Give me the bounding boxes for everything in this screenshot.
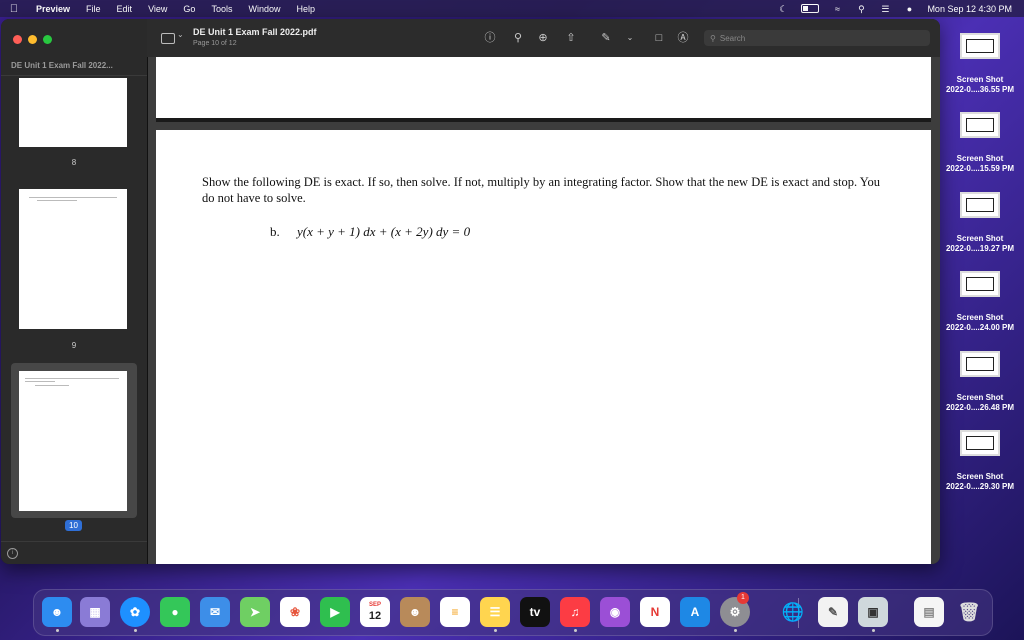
share-icon[interactable]: ⇧ bbox=[564, 31, 578, 45]
desktop-file-screenshot[interactable]: Screen Shot 2022-0....24.00 PM bbox=[938, 271, 1022, 333]
info-icon[interactable]: i bbox=[7, 548, 18, 559]
textedit-icon[interactable]: ✎ bbox=[818, 597, 848, 627]
desktop-file-screenshot[interactable]: Screen Shot 2022-0....29.30 PM bbox=[938, 430, 1022, 492]
markup-toolbar-icon[interactable]: Ⓐ bbox=[676, 31, 690, 45]
desktop-file-screenshot[interactable]: Screen Shot 2022-0....15.59 PM bbox=[938, 112, 1022, 174]
photos-icon[interactable]: ❀ bbox=[280, 597, 310, 627]
file-name: Screen Shot 2022-0....19.27 PM bbox=[945, 234, 1015, 253]
page-thumbnail-7[interactable] bbox=[19, 78, 127, 147]
facetime-icon[interactable]: ▶ bbox=[320, 597, 350, 627]
minimize-button[interactable] bbox=[28, 35, 37, 44]
search-field[interactable]: ⚲ Search bbox=[704, 30, 930, 46]
menu-app-name[interactable]: Preview bbox=[28, 4, 78, 14]
equation: y(x + y + 1) dx + (x + 2y) dy = 0 bbox=[297, 224, 471, 239]
page-thumbnail-10[interactable] bbox=[19, 371, 127, 511]
divider bbox=[1, 75, 147, 76]
document-title: DE Unit 1 Exam Fall 2022.pdf bbox=[193, 27, 317, 37]
file-thumbnail-icon bbox=[960, 192, 1000, 218]
calendar-icon[interactable]: SEP 12 bbox=[360, 597, 390, 627]
menubar-clock[interactable]: Mon Sep 12 4:30 PM bbox=[927, 4, 1012, 14]
menu-go[interactable]: Go bbox=[175, 4, 203, 14]
file-thumbnail-icon bbox=[960, 112, 1000, 138]
preview-window: DE Unit 1 Exam Fall 2022... 8 9 10 i ⌄ D… bbox=[1, 19, 940, 564]
apple-tv-icon[interactable]: tv bbox=[520, 597, 550, 627]
reminders-icon[interactable]: ≡ bbox=[440, 597, 470, 627]
network-utility-icon[interactable]: 🌐 bbox=[778, 597, 808, 627]
desktop-file-screenshot[interactable]: Screen Shot 2022-0....19.27 PM bbox=[938, 192, 1022, 254]
page-label-10-selected: 10 bbox=[65, 520, 82, 531]
sidebar-title: DE Unit 1 Exam Fall 2022... bbox=[11, 61, 113, 70]
trash-icon[interactable]: 🗑 bbox=[954, 597, 984, 627]
menu-help[interactable]: Help bbox=[288, 4, 323, 14]
thumbnail-sidebar: DE Unit 1 Exam Fall 2022... 8 9 10 i bbox=[1, 19, 148, 564]
chevron-down-icon[interactable]: ⌄ bbox=[177, 30, 184, 39]
wifi-icon[interactable]: ≈ bbox=[831, 4, 843, 14]
app-store-icon[interactable]: A bbox=[680, 597, 710, 627]
maps-icon[interactable]: ➤ bbox=[240, 597, 270, 627]
close-button[interactable] bbox=[13, 35, 22, 44]
window-controls bbox=[13, 35, 52, 44]
news-icon[interactable]: N bbox=[640, 597, 670, 627]
page-thumbnail-8[interactable] bbox=[19, 189, 127, 329]
launchpad-icon[interactable]: ▦ bbox=[80, 597, 110, 627]
menu-view[interactable]: View bbox=[140, 4, 175, 14]
finder-icon[interactable]: ☻ bbox=[42, 597, 72, 627]
question-text: Show the following DE is exact. If so, t… bbox=[202, 175, 881, 205]
document-page-indicator: Page 10 of 12 bbox=[193, 40, 237, 47]
page-9-bottom bbox=[156, 57, 931, 122]
menu-file[interactable]: File bbox=[78, 4, 109, 14]
file-name: Screen Shot 2022-0....24.00 PM bbox=[945, 313, 1015, 332]
file-thumbnail-icon bbox=[960, 271, 1000, 297]
file-thumbnail-icon bbox=[960, 33, 1000, 59]
search-placeholder: Search bbox=[719, 33, 746, 43]
dock: ☻ ▦ ✿ ● ✉ ➤ ❀ ▶ SEP 12 ☻ ≡ ☰ tv ♫ ◉ N A … bbox=[33, 589, 993, 636]
file-thumbnail-icon bbox=[960, 351, 1000, 377]
podcasts-icon[interactable]: ◉ bbox=[600, 597, 630, 627]
preview-icon[interactable]: ▣ bbox=[858, 597, 888, 627]
contacts-icon[interactable]: ☻ bbox=[400, 597, 430, 627]
chevron-down-icon[interactable]: ⌄ bbox=[623, 31, 637, 45]
menu-bar:  Preview File Edit View Go Tools Window… bbox=[0, 0, 1024, 17]
toolbar: ⌄ DE Unit 1 Exam Fall 2022.pdf Page 10 o… bbox=[147, 19, 940, 58]
mail-icon[interactable]: ✉ bbox=[200, 597, 230, 627]
music-icon[interactable]: ♫ bbox=[560, 597, 590, 627]
focus-moon-icon[interactable]: ☾ bbox=[777, 4, 789, 14]
page-label-8: 8 bbox=[71, 158, 77, 167]
file-name: Screen Shot 2022-0....26.48 PM bbox=[945, 393, 1015, 412]
zoom-button[interactable] bbox=[43, 35, 52, 44]
menu-edit[interactable]: Edit bbox=[109, 4, 141, 14]
notes-icon[interactable]: ☰ bbox=[480, 597, 510, 627]
item-label: b. bbox=[270, 224, 280, 239]
page-10: Show the following DE is exact. If so, t… bbox=[156, 130, 931, 564]
info-circle-icon[interactable]: ⓘ bbox=[483, 31, 497, 45]
documents-stack-icon[interactable]: ▤ bbox=[914, 597, 944, 627]
apple-menu-icon[interactable]:  bbox=[0, 3, 28, 15]
search-icon: ⚲ bbox=[710, 33, 716, 43]
divider bbox=[1, 541, 147, 542]
battery-icon[interactable] bbox=[801, 4, 820, 13]
equation-line: b. y(x + y + 1) dx + (x + 2y) dy = 0 bbox=[270, 224, 470, 240]
rotate-icon[interactable]: □ bbox=[652, 31, 666, 45]
control-center-icon[interactable]: ☰ bbox=[879, 4, 891, 14]
settings-notification-badge: 1 bbox=[737, 592, 749, 604]
markup-pen-icon[interactable]: ✎ bbox=[599, 31, 613, 45]
safari-icon[interactable]: ✿ bbox=[120, 597, 150, 627]
file-name: Screen Shot 2022-0....29.30 PM bbox=[945, 472, 1015, 491]
desktop-file-screenshot[interactable]: Screen Shot 2022-0....26.48 PM bbox=[938, 351, 1022, 413]
desktop-file-screenshot[interactable]: Screen Shot 2022-0....36.55 PM bbox=[938, 33, 1022, 95]
file-thumbnail-icon bbox=[960, 430, 1000, 456]
zoom-out-icon[interactable]: ⚲ bbox=[511, 31, 525, 45]
spotlight-search-icon[interactable]: ⚲ bbox=[855, 4, 867, 14]
page-label-9: 9 bbox=[71, 341, 77, 350]
siri-icon[interactable]: ● bbox=[903, 4, 915, 14]
file-name: Screen Shot 2022-0....15.59 PM bbox=[945, 154, 1015, 173]
messages-icon[interactable]: ● bbox=[160, 597, 190, 627]
menu-tools[interactable]: Tools bbox=[203, 4, 240, 14]
menu-window[interactable]: Window bbox=[240, 4, 288, 14]
file-name: Screen Shot 2022-0....36.55 PM bbox=[945, 75, 1015, 94]
document-viewer[interactable]: Show the following DE is exact. If so, t… bbox=[148, 57, 940, 564]
zoom-in-icon[interactable]: ⊕ bbox=[536, 31, 550, 45]
sidebar-toggle-icon[interactable] bbox=[161, 33, 175, 44]
